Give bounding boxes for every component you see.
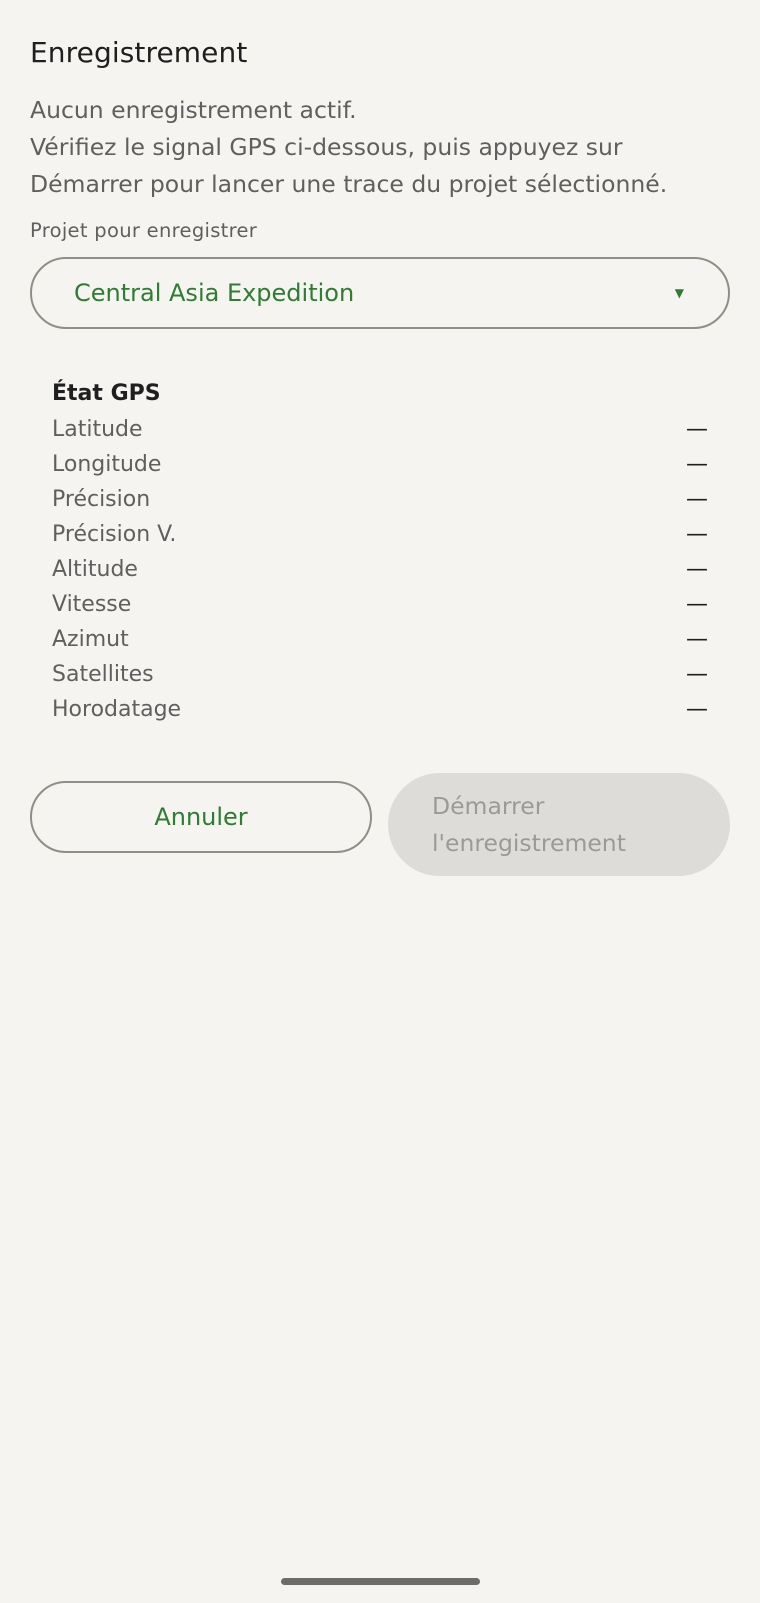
gps-row-value: — xyxy=(686,697,708,722)
gps-row-longitude: Longitude — xyxy=(52,447,708,482)
project-dropdown[interactable]: Central Asia Expedition ▼ xyxy=(30,257,730,329)
dropdown-arrow-icon: ▼ xyxy=(674,286,684,300)
gps-row-value: — xyxy=(686,452,708,477)
gps-row-value: — xyxy=(686,557,708,582)
gps-row-label: Précision V. xyxy=(52,522,177,547)
gps-row-speed: Vitesse — xyxy=(52,587,708,622)
gps-row-latitude: Latitude — xyxy=(52,412,708,447)
instruction-line: Démarrer pour lancer une trace du projet… xyxy=(30,170,668,198)
gps-status-title: État GPS xyxy=(52,381,161,406)
gps-row-vertical-accuracy: Précision V. — xyxy=(52,517,708,552)
start-recording-label-line: Démarrer xyxy=(432,791,545,820)
gps-row-timestamp: Horodatage — xyxy=(52,692,708,727)
gps-row-label: Longitude xyxy=(52,452,162,477)
gps-row-label: Horodatage xyxy=(52,697,182,722)
cancel-button[interactable]: Annuler xyxy=(30,781,372,853)
gps-row-accuracy: Précision — xyxy=(52,482,708,517)
gps-row-value: — xyxy=(686,662,708,687)
gps-row-value: — xyxy=(686,627,708,652)
start-recording-label-line: l'enregistrement xyxy=(432,828,626,857)
recording-screen: Enregistrement Aucun enregistrement acti… xyxy=(0,0,760,1603)
gps-row-label: Azimut xyxy=(52,627,129,652)
gps-row-value: — xyxy=(686,592,708,617)
start-recording-button[interactable]: Démarrer l'enregistrement xyxy=(388,773,730,876)
project-dropdown-value: Central Asia Expedition xyxy=(74,279,355,307)
gps-row-label: Altitude xyxy=(52,557,138,582)
gps-row-value: — xyxy=(686,487,708,512)
project-label: Projet pour enregistrer xyxy=(30,219,258,242)
gps-row-label: Vitesse xyxy=(52,592,132,617)
page-title: Enregistrement xyxy=(30,36,248,69)
gps-row-label: Précision xyxy=(52,487,151,512)
instruction-line: Vérifiez le signal GPS ci-dessous, puis … xyxy=(30,133,623,161)
gps-row-altitude: Altitude — xyxy=(52,552,708,587)
gps-row-value: — xyxy=(686,417,708,442)
gps-row-satellites: Satellites — xyxy=(52,657,708,692)
gps-row-bearing: Azimut — xyxy=(52,622,708,657)
gps-row-value: — xyxy=(686,522,708,547)
gps-row-label: Satellites xyxy=(52,662,154,687)
gps-row-label: Latitude xyxy=(52,417,143,442)
status-description: Aucun enregistrement actif. Vérifiez le … xyxy=(30,92,730,203)
home-indicator[interactable] xyxy=(281,1578,480,1585)
status-line: Aucun enregistrement actif. xyxy=(30,96,357,124)
